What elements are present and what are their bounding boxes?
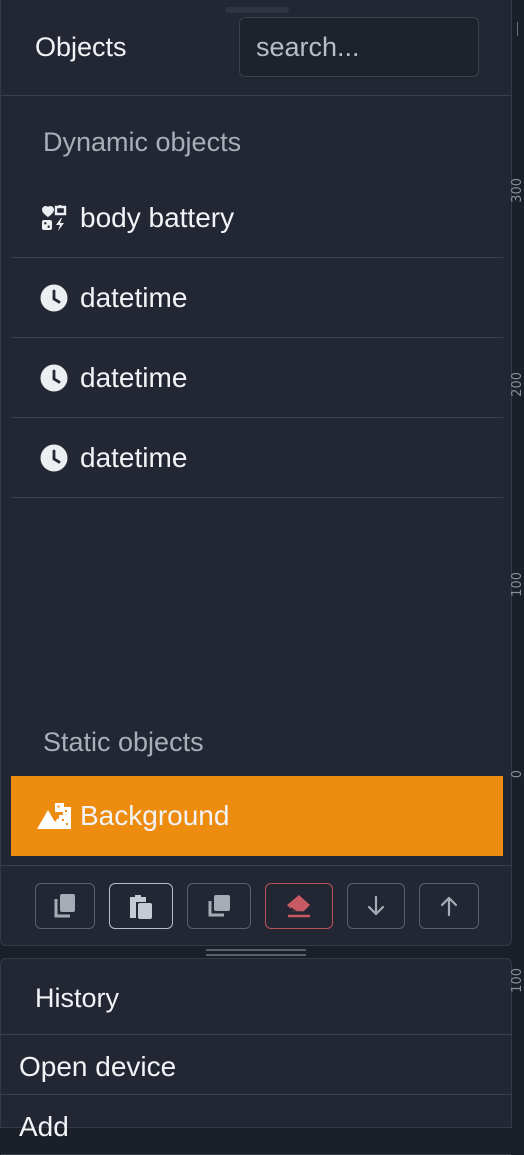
- objects-panel-header: Objects: [1, 0, 511, 96]
- object-row-background[interactable]: Background: [11, 776, 503, 856]
- static-objects-label: Static objects: [43, 727, 204, 757]
- delete-button[interactable]: [265, 883, 333, 929]
- history-panel-title: History: [35, 983, 120, 1013]
- history-panel-header: History: [1, 959, 511, 1035]
- clock-icon: [39, 283, 69, 313]
- object-row-datetime[interactable]: datetime: [11, 338, 503, 418]
- move-up-button[interactable]: [419, 883, 479, 929]
- dynamic-objects-label: Dynamic objects: [43, 127, 242, 157]
- objects-panel: Objects Dynamic objects body battery: [0, 0, 512, 946]
- copy-button[interactable]: [35, 883, 95, 929]
- object-row-body-battery[interactable]: body battery: [11, 178, 503, 258]
- history-panel: History Open device Add: [0, 958, 512, 1155]
- ruler-label: 200: [510, 372, 524, 397]
- vertical-ruler: 300 200 100 0 100: [510, 0, 524, 1120]
- duplicate-button[interactable]: [187, 883, 251, 929]
- objects-panel-title: Objects: [35, 32, 127, 62]
- ruler-label: 0: [510, 770, 524, 779]
- object-row-label: body battery: [80, 202, 235, 233]
- object-row-label: datetime: [80, 282, 188, 313]
- history-item[interactable]: Add: [1, 1095, 511, 1155]
- object-row-datetime[interactable]: datetime: [11, 418, 503, 498]
- object-row-label: datetime: [80, 442, 188, 473]
- ruler-label: 100: [510, 572, 524, 597]
- history-item[interactable]: Open device: [1, 1035, 511, 1095]
- clock-icon: [39, 443, 69, 473]
- object-row-datetime[interactable]: datetime: [11, 258, 503, 338]
- history-item-label: Open device: [19, 1051, 177, 1082]
- paste-button[interactable]: [109, 883, 173, 929]
- objects-toolbar: [1, 865, 511, 945]
- object-row-label: datetime: [80, 362, 188, 393]
- ruler-label: 300: [510, 178, 524, 203]
- search-input[interactable]: [239, 17, 479, 77]
- object-row-label: Background: [80, 800, 230, 831]
- body-battery-icon: [39, 203, 69, 233]
- ruler-label: 100: [510, 968, 524, 993]
- background-image-icon: [35, 801, 73, 831]
- history-item-label: Add: [19, 1111, 69, 1142]
- move-down-button[interactable]: [347, 883, 405, 929]
- panel-splitter[interactable]: [206, 949, 306, 957]
- ruler-tick: [517, 22, 518, 36]
- clock-icon: [39, 363, 69, 393]
